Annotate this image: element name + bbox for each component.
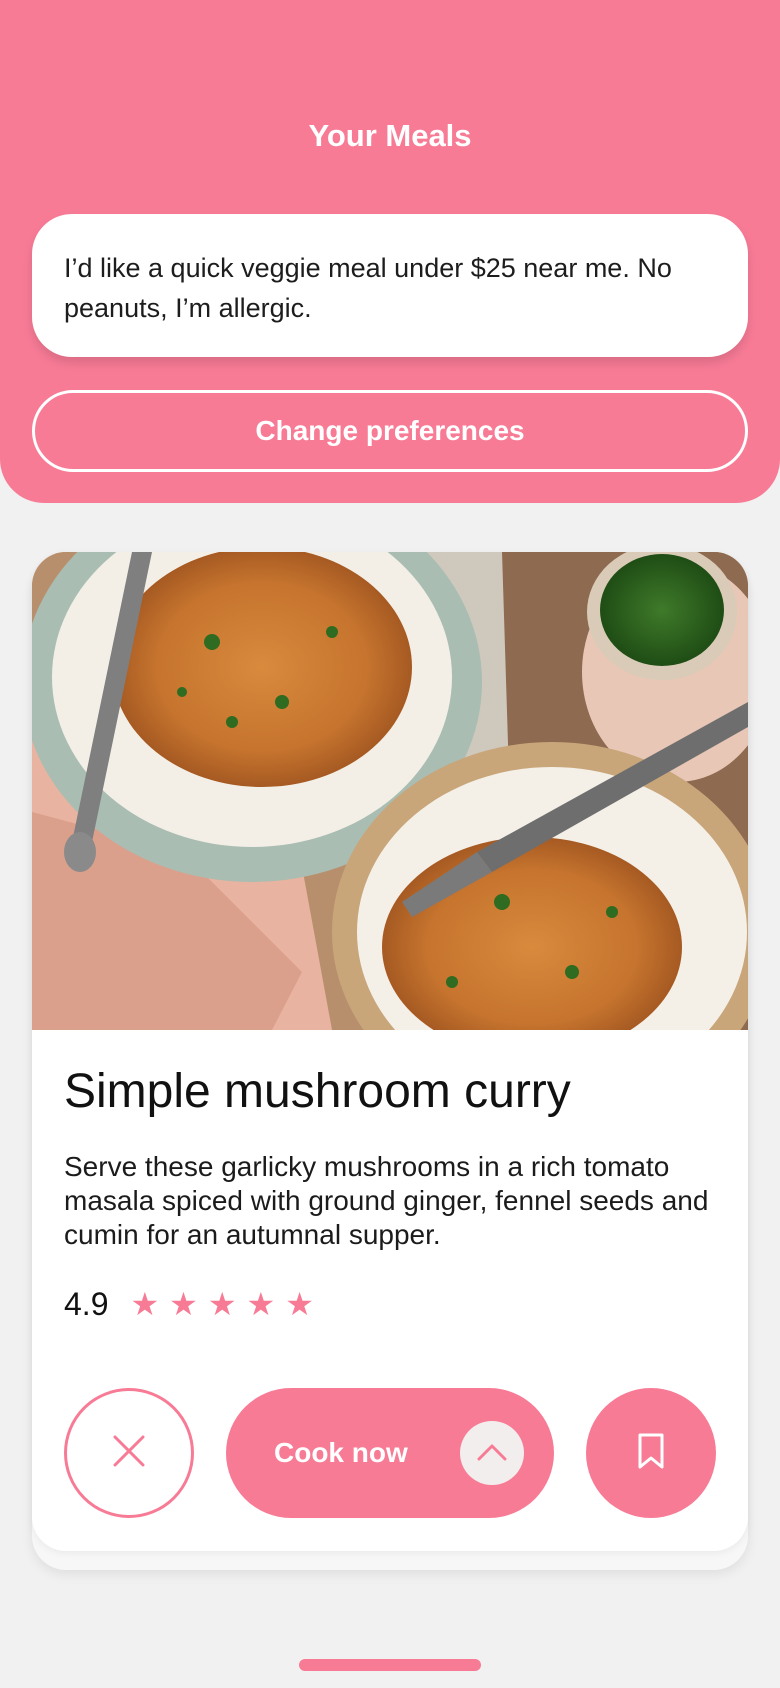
recipe-title: Simple mushroom curry xyxy=(64,1065,571,1118)
cook-now-button[interactable]: Cook now xyxy=(226,1388,554,1518)
recipe-photo xyxy=(32,552,748,1030)
rating-value: 4.9 xyxy=(64,1285,109,1322)
star-icon: ★ xyxy=(169,1286,198,1322)
bookmark-icon xyxy=(636,1432,666,1475)
home-indicator xyxy=(299,1659,481,1671)
dismiss-button[interactable] xyxy=(64,1388,194,1518)
chevron-up-icon[interactable] xyxy=(460,1421,524,1485)
star-icon: ★ xyxy=(246,1286,276,1322)
header-panel: Your Meals I’d like a quick veggie meal … xyxy=(0,0,780,503)
cook-now-label: Cook now xyxy=(274,1437,408,1468)
save-button[interactable] xyxy=(586,1388,716,1518)
rating-row: 4.9 ★ ★ ★ ★ ★ xyxy=(64,1284,324,1324)
close-icon xyxy=(111,1433,147,1474)
star-icon: ★ xyxy=(130,1286,160,1322)
recipe-card[interactable]: Simple mushroom curry Serve these garlic… xyxy=(32,552,748,1551)
star-icon: ★ xyxy=(207,1286,237,1322)
change-preferences-button[interactable]: Change preferences xyxy=(32,390,748,472)
preference-prompt-bubble: I’d like a quick veggie meal under $25 n… xyxy=(32,214,748,357)
page-title: Your Meals xyxy=(308,118,472,153)
star-icon: ★ xyxy=(285,1286,314,1322)
recipe-description: Serve these garlicky mushrooms in a rich… xyxy=(64,1151,709,1250)
